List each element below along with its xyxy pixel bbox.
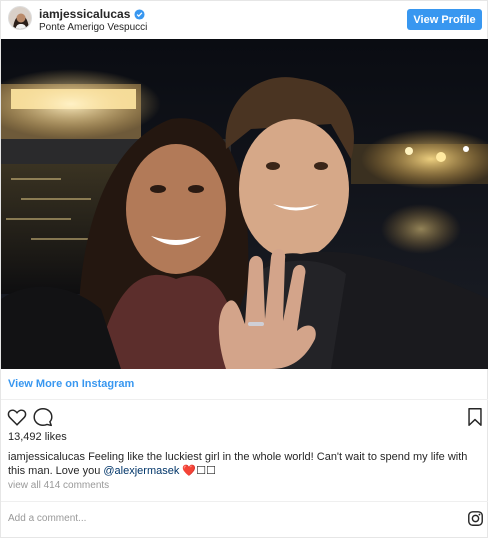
verified-badge-icon: [134, 8, 145, 20]
instagram-icon[interactable]: [467, 510, 484, 527]
view-more-link-row[interactable]: View More on Instagram: [1, 369, 488, 400]
comment-bar: Add a comment...: [1, 501, 488, 538]
instagram-embed-card: iamjessicalucas Ponte Amerigo Vespucci V…: [0, 0, 488, 538]
view-all-comments-link[interactable]: view all 414 comments: [8, 480, 109, 491]
username[interactable]: iamjessicalucas: [39, 7, 130, 21]
post-photo-image: [1, 39, 488, 369]
view-more-link[interactable]: View More on Instagram: [8, 378, 134, 390]
caption-emoji: ❤️☐☐: [179, 465, 216, 477]
post-caption: iamjessicalucas Feeling like the luckies…: [8, 450, 478, 478]
caption-username[interactable]: iamjessicalucas: [8, 451, 85, 463]
like-count[interactable]: 13,492 likes: [8, 431, 67, 443]
post-photo[interactable]: [1, 39, 488, 369]
post-header: iamjessicalucas Ponte Amerigo Vespucci V…: [1, 1, 488, 39]
avatar-image: [9, 7, 31, 29]
add-comment-input[interactable]: Add a comment...: [8, 513, 86, 524]
heart-icon[interactable]: [6, 406, 28, 428]
post-actions: [1, 403, 488, 429]
caption-mention[interactable]: @alexjermasek: [103, 465, 179, 477]
avatar[interactable]: [8, 6, 32, 30]
view-profile-button[interactable]: View Profile: [407, 9, 482, 30]
bookmark-icon[interactable]: [464, 406, 486, 428]
username-row: iamjessicalucas: [39, 7, 145, 21]
comment-icon[interactable]: [32, 406, 54, 428]
location-link[interactable]: Ponte Amerigo Vespucci: [39, 22, 147, 33]
